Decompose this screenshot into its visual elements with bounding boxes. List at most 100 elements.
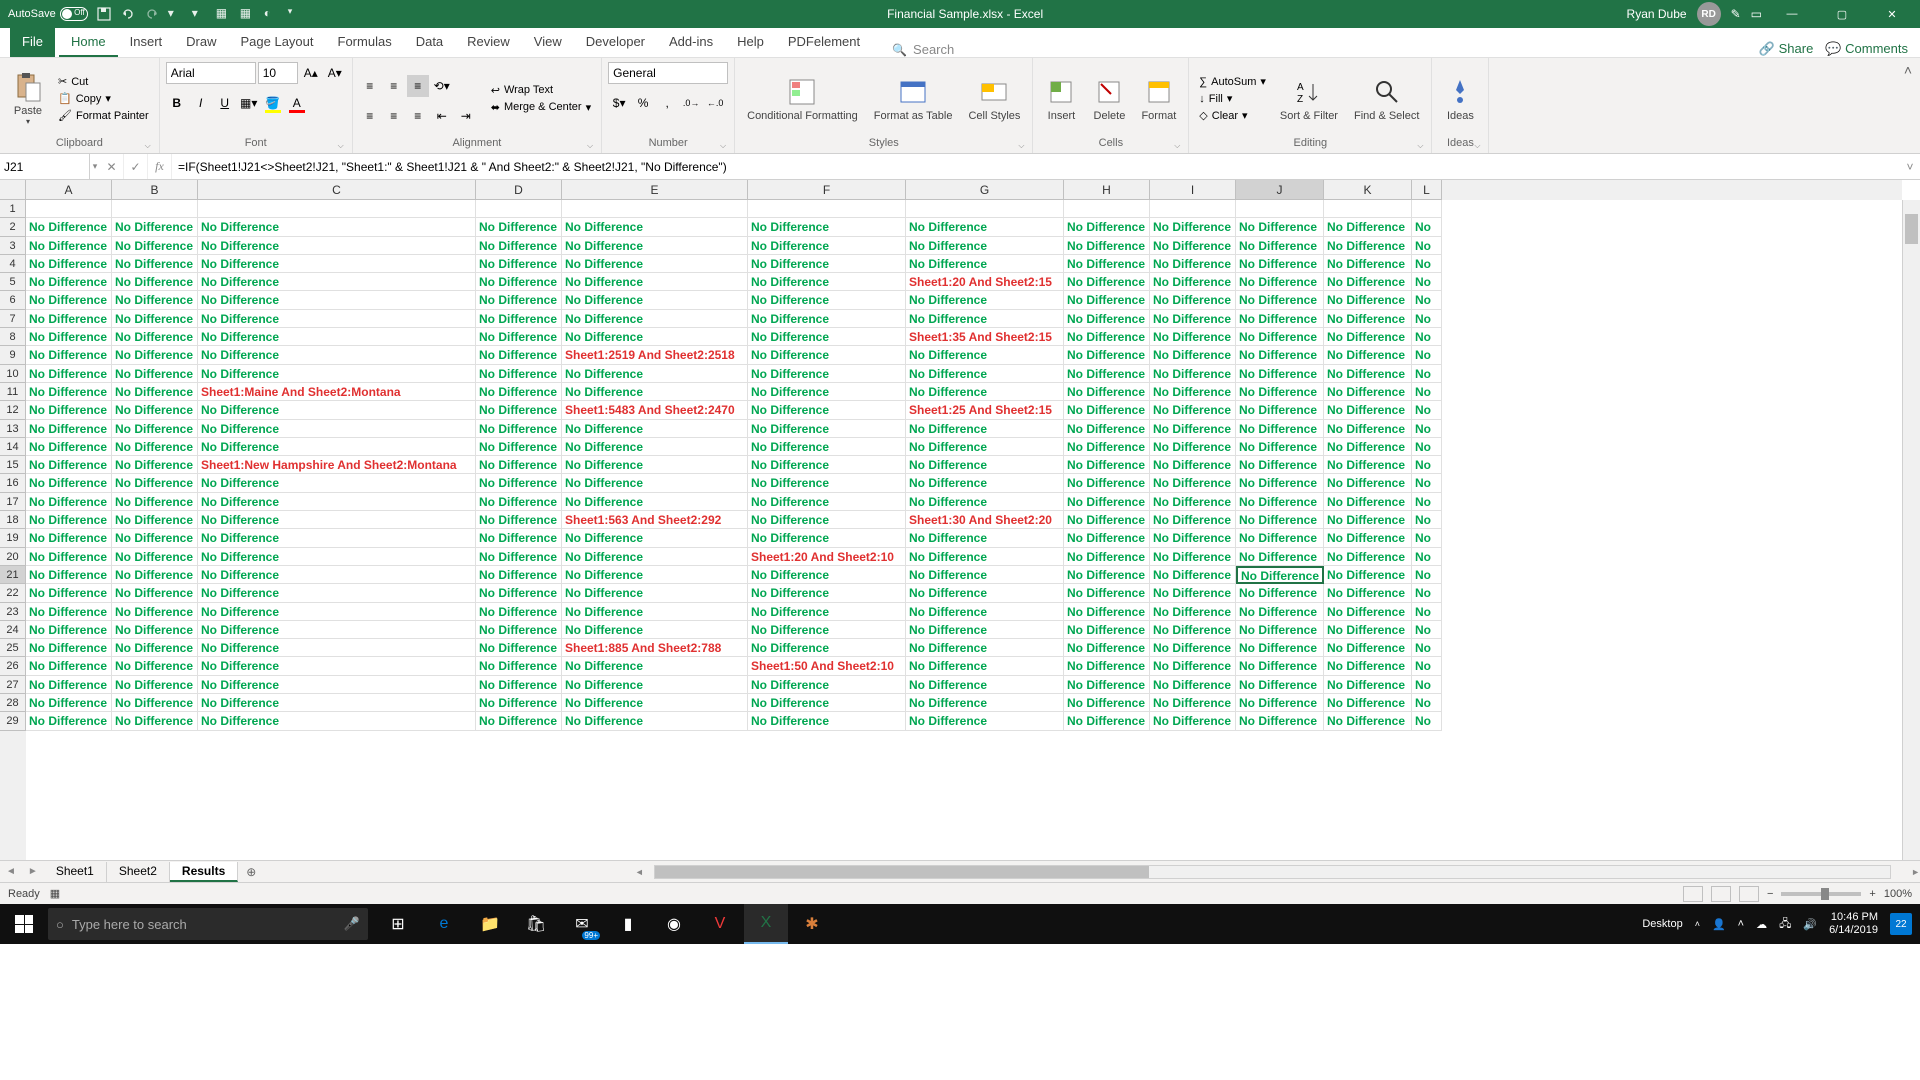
- cell-L28[interactable]: No: [1412, 694, 1442, 712]
- cell-G22[interactable]: No Difference: [906, 584, 1064, 602]
- cell-F6[interactable]: No Difference: [748, 291, 906, 309]
- cell-A1[interactable]: [26, 200, 112, 218]
- cell-B14[interactable]: No Difference: [112, 438, 198, 456]
- cell-I2[interactable]: No Difference: [1150, 218, 1236, 236]
- cell-J11[interactable]: No Difference: [1236, 383, 1324, 401]
- cell-L27[interactable]: No: [1412, 676, 1442, 694]
- volume-icon[interactable]: 🔊: [1803, 918, 1817, 931]
- cell-L29[interactable]: No: [1412, 712, 1442, 730]
- cell-E22[interactable]: No Difference: [562, 584, 748, 602]
- cell-F23[interactable]: No Difference: [748, 603, 906, 621]
- cell-G6[interactable]: No Difference: [906, 291, 1064, 309]
- cell-G1[interactable]: [906, 200, 1064, 218]
- cell-C18[interactable]: No Difference: [198, 511, 476, 529]
- row-header-17[interactable]: 17: [0, 493, 26, 511]
- cell-D25[interactable]: No Difference: [476, 639, 562, 657]
- cell-H8[interactable]: No Difference: [1064, 328, 1150, 346]
- cell-K25[interactable]: No Difference: [1324, 639, 1412, 657]
- col-header-D[interactable]: D: [476, 180, 562, 200]
- cell-G10[interactable]: No Difference: [906, 365, 1064, 383]
- col-header-C[interactable]: C: [198, 180, 476, 200]
- cell-J15[interactable]: No Difference: [1236, 456, 1324, 474]
- cell-K24[interactable]: No Difference: [1324, 621, 1412, 639]
- cell-C10[interactable]: No Difference: [198, 365, 476, 383]
- find-select-button[interactable]: Find & Select: [1348, 74, 1425, 124]
- cell-B15[interactable]: No Difference: [112, 456, 198, 474]
- cell-I22[interactable]: No Difference: [1150, 584, 1236, 602]
- cell-K4[interactable]: No Difference: [1324, 255, 1412, 273]
- cell-L24[interactable]: No: [1412, 621, 1442, 639]
- close-button[interactable]: ✕: [1872, 0, 1912, 28]
- decrease-font-icon[interactable]: A▾: [324, 62, 346, 84]
- cell-C16[interactable]: No Difference: [198, 474, 476, 492]
- cell-J2[interactable]: No Difference: [1236, 218, 1324, 236]
- cell-H15[interactable]: No Difference: [1064, 456, 1150, 474]
- cell-I6[interactable]: No Difference: [1150, 291, 1236, 309]
- cell-I1[interactable]: [1150, 200, 1236, 218]
- username[interactable]: Ryan Dube: [1627, 7, 1687, 21]
- cell-A3[interactable]: No Difference: [26, 237, 112, 255]
- cell-G27[interactable]: No Difference: [906, 676, 1064, 694]
- row-header-21[interactable]: 21: [0, 566, 26, 584]
- cell-J23[interactable]: No Difference: [1236, 603, 1324, 621]
- cell-H12[interactable]: No Difference: [1064, 401, 1150, 419]
- cell-C21[interactable]: No Difference: [198, 566, 476, 584]
- cell-B25[interactable]: No Difference: [112, 639, 198, 657]
- qat-icon-4[interactable]: ▦: [240, 6, 256, 22]
- cell-K18[interactable]: No Difference: [1324, 511, 1412, 529]
- cell-L20[interactable]: No: [1412, 548, 1442, 566]
- cell-C19[interactable]: No Difference: [198, 529, 476, 547]
- select-all-corner[interactable]: [0, 180, 26, 200]
- cell-J26[interactable]: No Difference: [1236, 657, 1324, 675]
- sheet-tab-sheet1[interactable]: Sheet1: [44, 862, 107, 882]
- sheet-tab-results[interactable]: Results: [170, 862, 238, 882]
- increase-decimal-button[interactable]: .0→: [680, 92, 702, 114]
- fill-color-button[interactable]: 🪣: [262, 92, 284, 114]
- file-explorer-icon[interactable]: 📁: [468, 904, 512, 944]
- cell-G13[interactable]: No Difference: [906, 420, 1064, 438]
- cell-F29[interactable]: No Difference: [748, 712, 906, 730]
- row-header-28[interactable]: 28: [0, 694, 26, 712]
- cell-L21[interactable]: No: [1412, 566, 1442, 584]
- cell-L16[interactable]: No: [1412, 474, 1442, 492]
- cell-K26[interactable]: No Difference: [1324, 657, 1412, 675]
- ideas-button[interactable]: Ideas: [1438, 74, 1482, 124]
- cell-C4[interactable]: No Difference: [198, 255, 476, 273]
- col-header-A[interactable]: A: [26, 180, 112, 200]
- cell-F14[interactable]: No Difference: [748, 438, 906, 456]
- cell-A19[interactable]: No Difference: [26, 529, 112, 547]
- cell-I21[interactable]: No Difference: [1150, 566, 1236, 584]
- cell-F20[interactable]: Sheet1:20 And Sheet2:10: [748, 548, 906, 566]
- cell-E27[interactable]: No Difference: [562, 676, 748, 694]
- cell-G25[interactable]: No Difference: [906, 639, 1064, 657]
- cell-B8[interactable]: No Difference: [112, 328, 198, 346]
- cell-K11[interactable]: No Difference: [1324, 383, 1412, 401]
- row-header-5[interactable]: 5: [0, 273, 26, 291]
- cell-J18[interactable]: No Difference: [1236, 511, 1324, 529]
- cell-H11[interactable]: No Difference: [1064, 383, 1150, 401]
- cell-J16[interactable]: No Difference: [1236, 474, 1324, 492]
- cell-J29[interactable]: No Difference: [1236, 712, 1324, 730]
- cell-I14[interactable]: No Difference: [1150, 438, 1236, 456]
- cell-F2[interactable]: No Difference: [748, 218, 906, 236]
- cell-L2[interactable]: No: [1412, 218, 1442, 236]
- row-header-3[interactable]: 3: [0, 237, 26, 255]
- cell-G19[interactable]: No Difference: [906, 529, 1064, 547]
- cell-D14[interactable]: No Difference: [476, 438, 562, 456]
- cell-C1[interactable]: [198, 200, 476, 218]
- cell-F15[interactable]: No Difference: [748, 456, 906, 474]
- cell-E10[interactable]: No Difference: [562, 365, 748, 383]
- cell-K2[interactable]: No Difference: [1324, 218, 1412, 236]
- cell-H17[interactable]: No Difference: [1064, 493, 1150, 511]
- cell-D2[interactable]: No Difference: [476, 218, 562, 236]
- cell-C12[interactable]: No Difference: [198, 401, 476, 419]
- page-break-view-button[interactable]: [1739, 886, 1759, 902]
- cell-C3[interactable]: No Difference: [198, 237, 476, 255]
- cell-C22[interactable]: No Difference: [198, 584, 476, 602]
- cell-H24[interactable]: No Difference: [1064, 621, 1150, 639]
- cell-L18[interactable]: No: [1412, 511, 1442, 529]
- cell-B23[interactable]: No Difference: [112, 603, 198, 621]
- cell-H26[interactable]: No Difference: [1064, 657, 1150, 675]
- cell-B7[interactable]: No Difference: [112, 310, 198, 328]
- cell-J1[interactable]: [1236, 200, 1324, 218]
